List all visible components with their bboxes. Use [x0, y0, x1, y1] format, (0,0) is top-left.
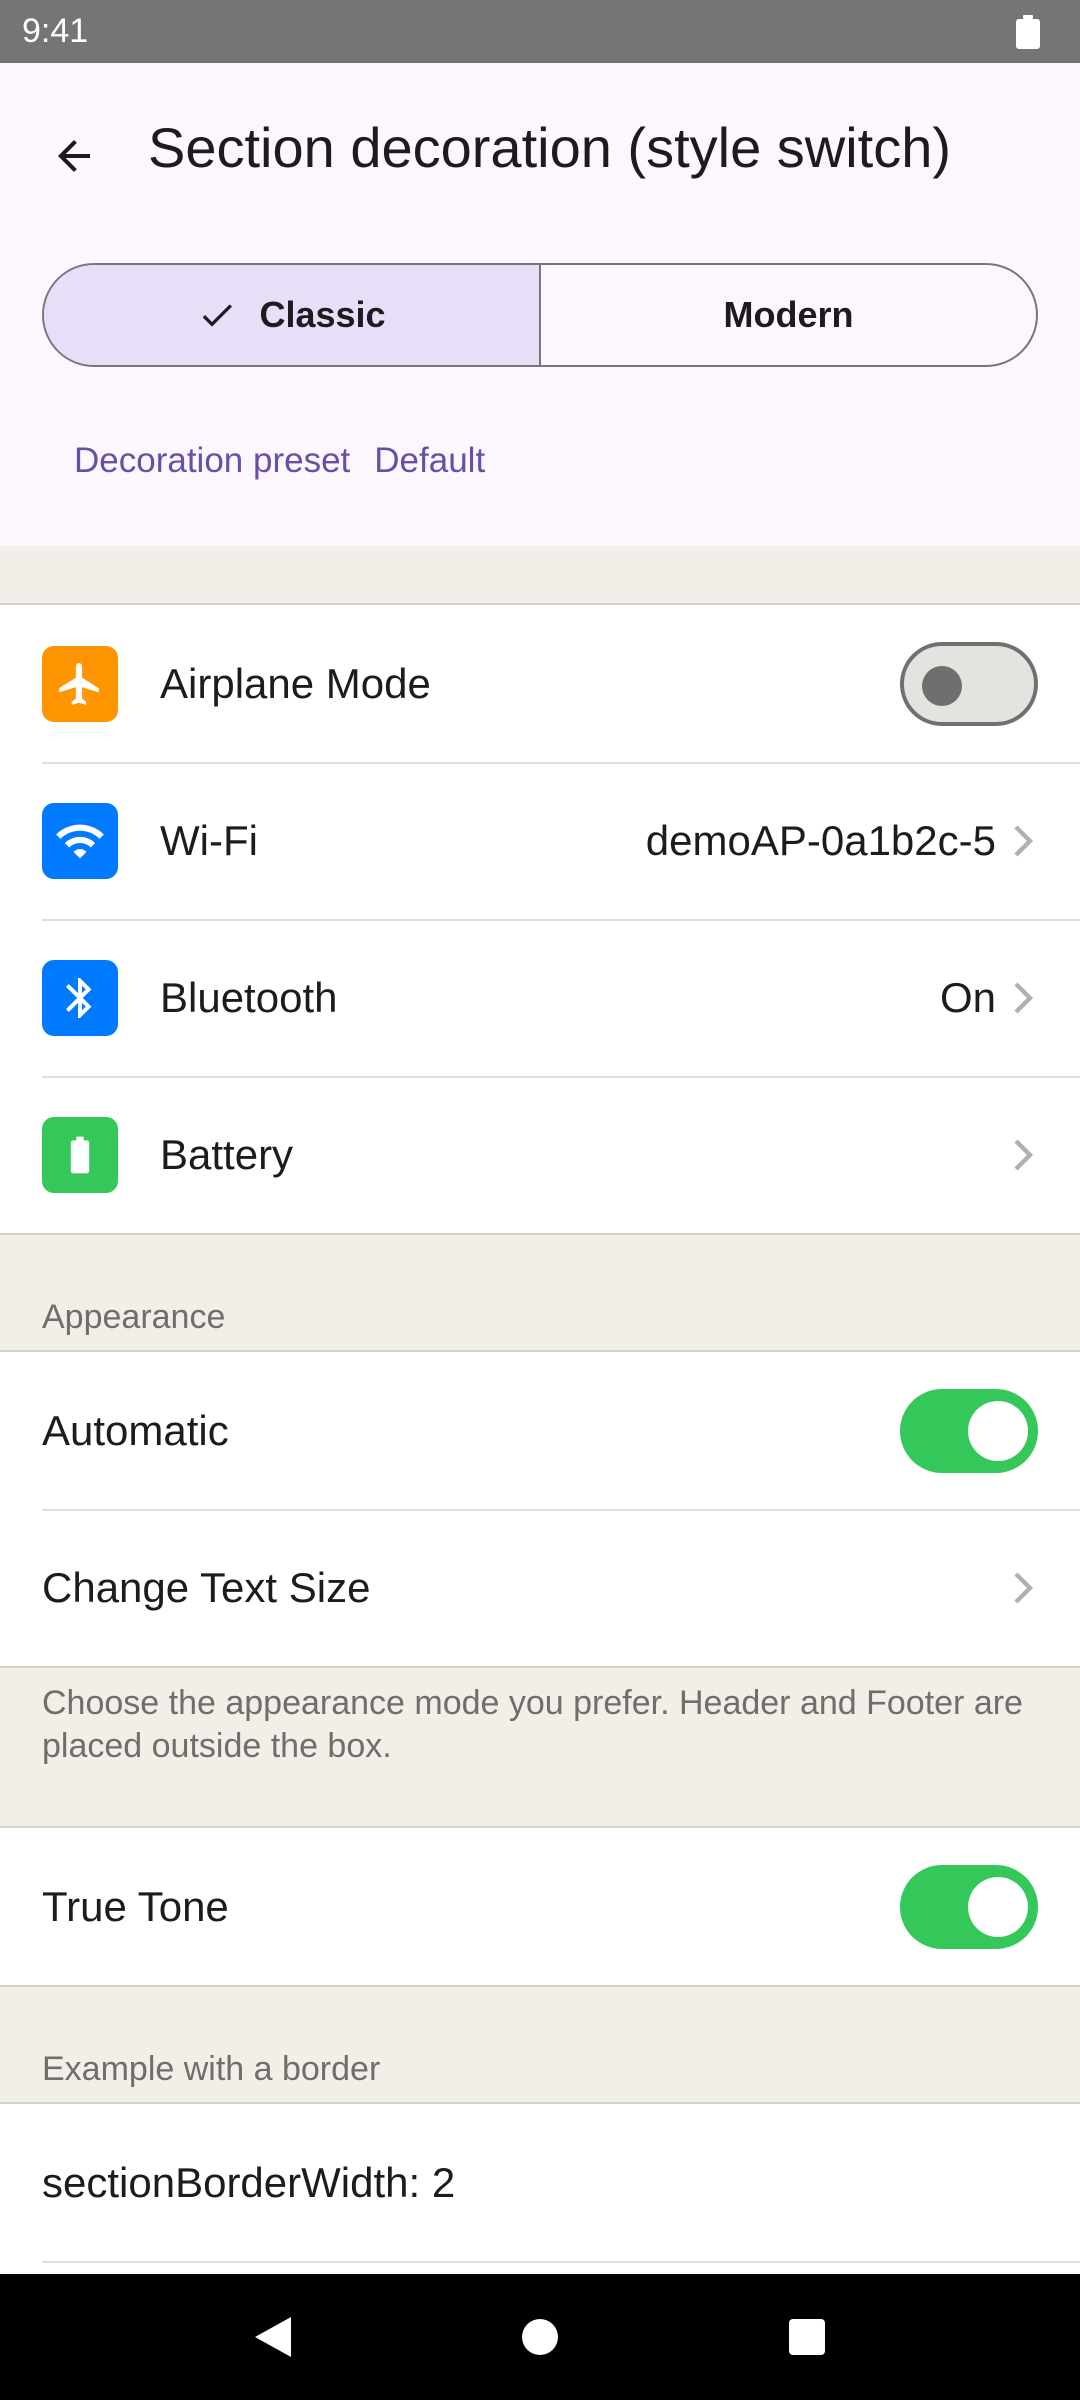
- check-icon: [197, 295, 237, 335]
- settings-group-true-tone: True Tone: [0, 1826, 1080, 1987]
- row-label: sectionBorderWidth: 2: [42, 2158, 456, 2206]
- status-time: 9:41: [22, 12, 89, 50]
- chevron-right-icon: [1010, 978, 1038, 1018]
- arrow-left-icon: [58, 140, 90, 172]
- row-airplane-mode[interactable]: Airplane Mode: [0, 605, 1080, 762]
- bluetooth-value: On: [939, 973, 996, 1021]
- square-recents-icon: [788, 2319, 825, 2355]
- segment-classic[interactable]: Classic: [44, 265, 541, 365]
- preset-label: Decoration preset: [74, 441, 351, 480]
- triangle-back-icon: [255, 2317, 292, 2357]
- nav-back-button[interactable]: [233, 2297, 313, 2377]
- segment-modern-label: Modern: [723, 294, 854, 335]
- airplane-icon: [42, 645, 118, 722]
- section-header-border-example: Example with a border: [42, 2050, 381, 2088]
- row-label: Airplane Mode: [160, 659, 431, 707]
- row-automatic[interactable]: Automatic: [0, 1352, 1080, 1509]
- row-bluetooth[interactable]: Bluetooth On: [0, 919, 1080, 1076]
- airplane-mode-toggle[interactable]: [900, 641, 1038, 726]
- row-wifi[interactable]: Wi-Fi demoAP-0a1b2c-5: [0, 762, 1080, 919]
- row-change-text-size[interactable]: Change Text Size: [0, 1509, 1080, 1666]
- decoration-preset-dropdown[interactable]: Decoration preset Default: [74, 441, 485, 481]
- page-title: Section decoration (style switch): [148, 116, 952, 179]
- chevron-right-icon: [1010, 1568, 1038, 1608]
- segment-classic-label: Classic: [259, 294, 386, 335]
- settings-group-appearance: Automatic Change Text Size: [0, 1350, 1080, 1668]
- row-true-tone[interactable]: True Tone: [0, 1828, 1080, 1985]
- row-label: Wi-Fi: [160, 816, 258, 864]
- nav-recents-button[interactable]: [767, 2297, 847, 2377]
- back-button[interactable]: [36, 118, 112, 194]
- top-app-bar-section: Section decoration (style switch) Classi…: [0, 63, 1080, 546]
- section-footer-appearance: Choose the appearance mode you prefer. H…: [42, 1684, 1023, 1765]
- automatic-toggle[interactable]: [900, 1388, 1038, 1473]
- system-navigation-bar: [0, 2274, 1080, 2400]
- chevron-right-icon: [1010, 821, 1038, 861]
- wifi-network-value: demoAP-0a1b2c-5: [645, 816, 996, 864]
- style-segmented-button: Classic Modern: [42, 263, 1038, 367]
- bluetooth-icon: [42, 959, 118, 1036]
- nav-home-button[interactable]: [500, 2297, 580, 2377]
- segment-modern[interactable]: Modern: [541, 265, 1036, 365]
- row-label: Bluetooth: [160, 973, 338, 1021]
- preset-value: Default: [374, 441, 486, 480]
- wifi-icon: [42, 802, 118, 879]
- row-label: True Tone: [42, 1882, 229, 1930]
- settings-group-connectivity: Airplane Mode Wi-Fi demoAP-0a1b2c-5 Blue…: [0, 603, 1080, 1235]
- row-section-border-width[interactable]: sectionBorderWidth: 2: [0, 2104, 1080, 2261]
- circle-home-icon: [521, 2319, 558, 2355]
- row-battery[interactable]: Battery: [0, 1076, 1080, 1233]
- battery-icon: [42, 1116, 118, 1193]
- chevron-right-icon: [1010, 1135, 1038, 1175]
- true-tone-toggle[interactable]: [900, 1864, 1038, 1949]
- row-label: Battery: [160, 1130, 294, 1178]
- row-label: Change Text Size: [42, 1563, 371, 1611]
- settings-group-border-example: sectionBorderWidth: 2: [0, 2102, 1080, 2302]
- row-label: Automatic: [42, 1406, 229, 1454]
- section-header-appearance: Appearance: [42, 1298, 226, 1336]
- battery-status-icon: [1016, 14, 1040, 49]
- status-bar: 9:41: [0, 0, 1080, 63]
